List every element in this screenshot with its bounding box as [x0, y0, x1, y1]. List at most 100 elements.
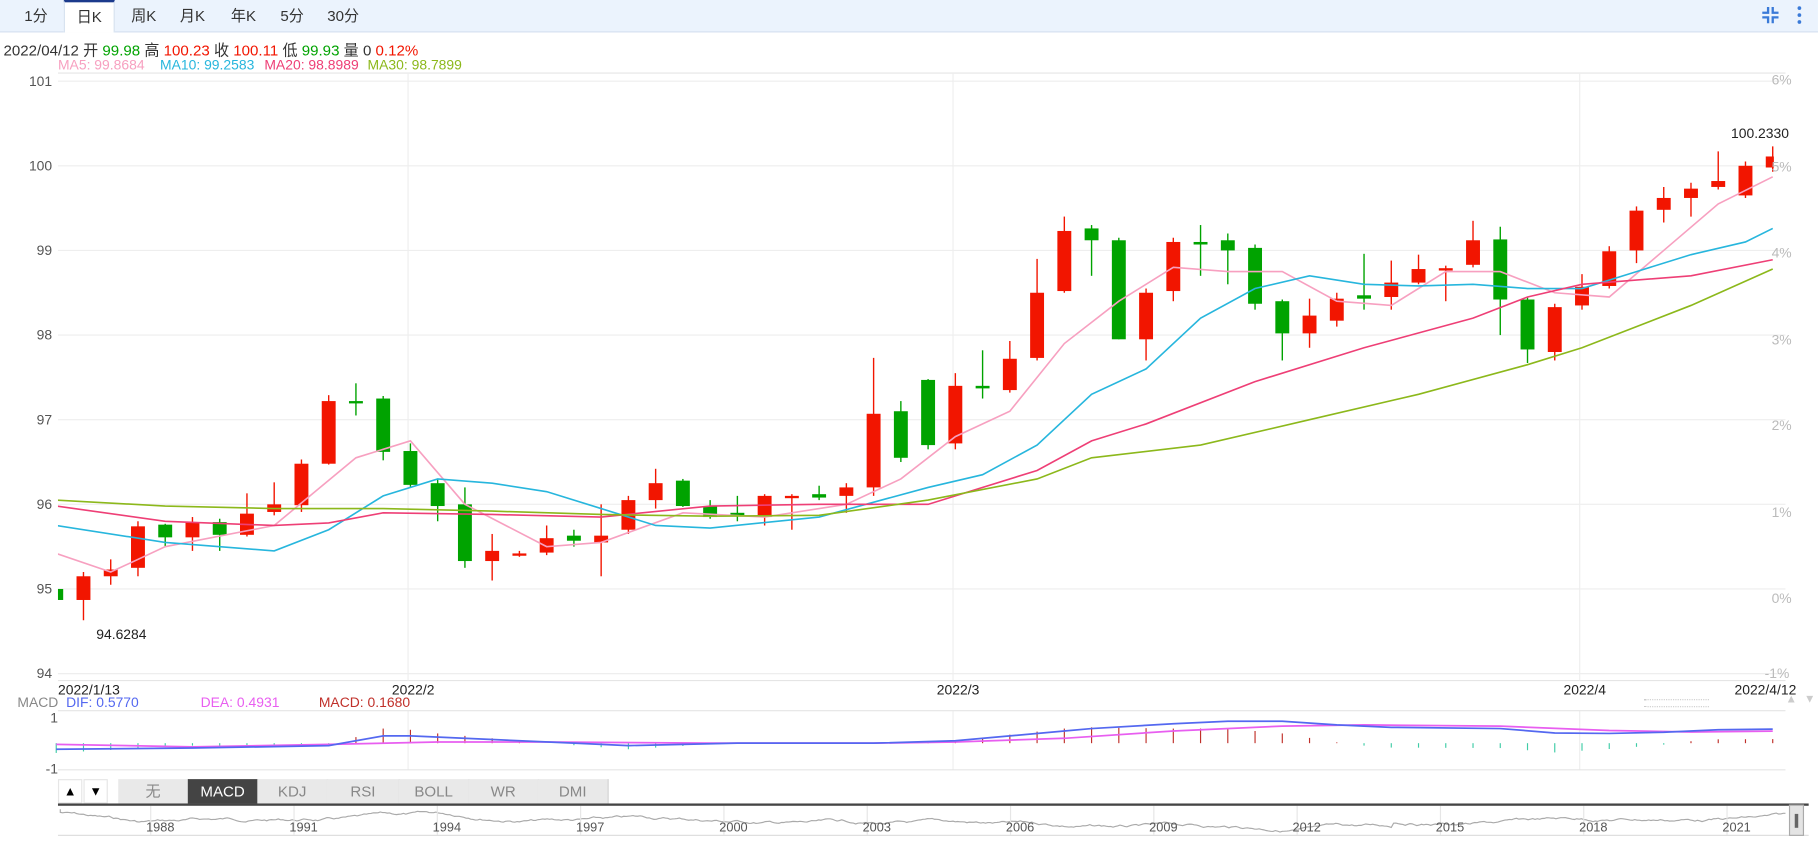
candle-up — [648, 483, 663, 501]
kline-chart-widget: 1分 日K 周K 月K 年K 5分 30分 2022/04/12 开 99.98… — [0, 0, 1818, 851]
candle-up — [539, 538, 554, 553]
percent-tick-label: 1% — [1771, 503, 1792, 520]
candle-down — [403, 451, 418, 485]
indicator-tab-wr[interactable]: WR — [468, 779, 540, 804]
candle-up — [1002, 358, 1017, 391]
date-axis-label: 2022/4/12 — [1734, 681, 1797, 698]
scroll-up-button[interactable]: ▲ — [57, 779, 83, 804]
indicator-tab-macd[interactable]: MACD — [187, 779, 259, 804]
indicator-tab-rsi[interactable]: RSI — [326, 779, 400, 804]
candle-down — [1111, 240, 1126, 340]
navigator-year-label: 2015 — [1435, 820, 1465, 835]
date-axis-label: 2022/1/13 — [57, 681, 120, 698]
percent-tick-label: 3% — [1771, 331, 1792, 348]
candle-down — [921, 379, 936, 446]
candle-down — [975, 385, 990, 389]
candle-up — [1547, 307, 1562, 352]
indicator-tab-dmi[interactable]: DMI — [537, 779, 609, 804]
range-navigator[interactable] — [57, 803, 1809, 836]
candle-down — [1193, 241, 1208, 245]
candle-up — [866, 413, 881, 488]
candle-down — [430, 483, 445, 507]
candle-up — [1711, 181, 1726, 187]
navigator-year-label: 1988 — [146, 820, 175, 835]
candle-down — [457, 504, 472, 562]
candle-down — [566, 535, 581, 541]
candlestick-chart[interactable] — [0, 0, 1818, 851]
dif-line — [56, 720, 1773, 751]
candle-up — [1684, 188, 1698, 198]
y-tick-label: 101 — [28, 73, 53, 90]
y-tick-label: 100 — [28, 157, 53, 174]
percent-tick-label: 6% — [1771, 71, 1792, 89]
candle-down — [1248, 247, 1263, 304]
candle-down — [1220, 240, 1235, 251]
navigator-year-label: 2009 — [1149, 820, 1178, 835]
indicator-tab-kdj[interactable]: KDJ — [257, 779, 329, 804]
panel-down-icon[interactable]: ▼ — [1804, 693, 1815, 706]
candle-up — [1438, 268, 1453, 271]
dea-line — [56, 724, 1773, 748]
candle-down — [1520, 299, 1535, 350]
navigator-year-label: 2006 — [1005, 820, 1035, 835]
percent-tick-label: 2% — [1771, 417, 1792, 434]
candle-up — [757, 495, 772, 518]
indicator-tab-none[interactable]: 无 — [118, 779, 189, 804]
navigator-year-label: 2021 — [1722, 820, 1751, 835]
navigator-year-label: 2000 — [719, 820, 748, 835]
candle-down — [376, 398, 391, 452]
candles-group — [57, 146, 1774, 621]
dea-value: DEA: 0.4931 — [200, 694, 280, 711]
navigator-range-handle[interactable] — [1788, 804, 1805, 836]
candle-up — [185, 522, 200, 538]
y-tick-label: 97 — [36, 411, 53, 428]
navigator-year-label: 2012 — [1292, 820, 1321, 835]
date-axis-label: 2022/3 — [936, 681, 980, 698]
y-tick-label: 96 — [36, 496, 53, 513]
percent-tick-label: 5% — [1771, 158, 1792, 175]
indicator-tab-boll[interactable]: BOLL — [398, 779, 470, 804]
candle-up — [1302, 315, 1317, 334]
candle-up — [1411, 269, 1426, 283]
percent-tick-label: -1% — [1764, 665, 1790, 682]
candle-up — [1166, 241, 1181, 292]
candle-down — [893, 411, 908, 458]
navigator-year-label: 1994 — [432, 820, 462, 835]
candle-up — [1629, 210, 1644, 251]
panel-resize-handle[interactable] — [1644, 699, 1709, 708]
navigator-year-label: 1997 — [575, 820, 605, 835]
candle-up — [512, 553, 527, 556]
candle-up — [1057, 230, 1072, 292]
candle-up — [1656, 197, 1671, 210]
y-tick-label: 98 — [36, 326, 53, 344]
navigator-year-label: 2003 — [862, 820, 891, 835]
candle-up — [1030, 292, 1045, 358]
macd-title: MACD — [17, 694, 59, 711]
percent-tick-label: 0% — [1771, 590, 1792, 607]
candle-up — [784, 495, 799, 499]
navigator-year-label: 2018 — [1579, 820, 1608, 835]
candle-up — [1466, 240, 1480, 265]
y-tick-label: 99 — [36, 242, 53, 259]
candle-up — [321, 401, 336, 464]
ma5-line — [57, 176, 1774, 573]
candle-up — [1575, 286, 1589, 306]
ma20-line — [57, 258, 1773, 527]
candle-down — [348, 401, 363, 404]
date-axis-label: 2022/2 — [391, 681, 435, 698]
candle-down — [1357, 295, 1371, 299]
candle-up — [839, 487, 854, 496]
candle-down — [675, 480, 690, 507]
scroll-down-button[interactable]: ▼ — [83, 779, 108, 804]
date-axis-label: 2022/4 — [1563, 681, 1607, 698]
candle-up — [485, 550, 500, 562]
y-tick-label: 95 — [36, 580, 53, 598]
macd-tick-1: 1 — [50, 709, 58, 726]
max-price-label: 100.2330 — [1730, 125, 1790, 142]
candle-up — [1139, 292, 1154, 340]
candle-down — [1084, 228, 1099, 241]
candle-down — [158, 524, 173, 538]
candle-down — [1493, 239, 1508, 300]
min-price-label: 94.6284 — [96, 626, 147, 643]
candle-down — [812, 494, 827, 498]
